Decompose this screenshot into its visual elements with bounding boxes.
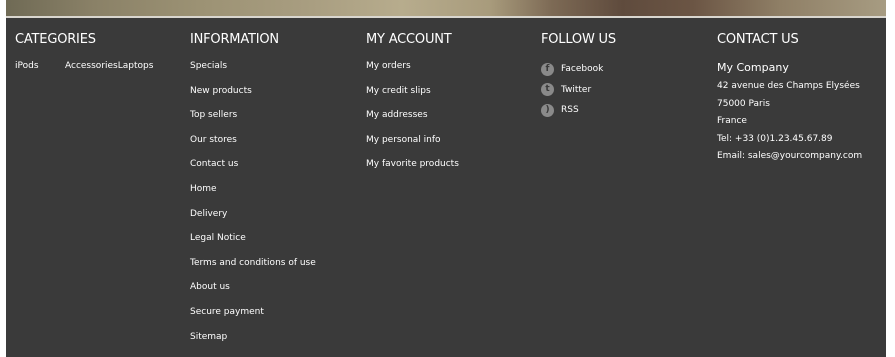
my-account-list: My orders My credit slips My addresses M…: [366, 61, 536, 184]
header-banner-image: [6, 0, 886, 18]
account-link-credit-slips[interactable]: My credit slips: [366, 86, 536, 111]
info-link-sitemap[interactable]: Sitemap: [190, 332, 360, 357]
info-link-our-stores[interactable]: Our stores: [190, 135, 360, 160]
follow-us-title: FOLLOW US: [541, 32, 616, 47]
contact-us-column: CONTACT US My Company 42 avenue des Cham…: [717, 32, 885, 166]
account-link-addresses[interactable]: My addresses: [366, 110, 536, 135]
info-link-new-products[interactable]: New products: [190, 86, 360, 111]
information-column: INFORMATION Specials New products Top se…: [190, 32, 360, 356]
company-name: My Company: [717, 61, 789, 74]
info-link-terms[interactable]: Terms and conditions of use: [190, 258, 360, 283]
category-link-ipods[interactable]: iPods: [15, 61, 65, 71]
info-link-secure-payment[interactable]: Secure payment: [190, 307, 360, 332]
my-account-column: MY ACCOUNT My orders My credit slips My …: [366, 32, 536, 184]
address-line-1: 42 avenue des Champs Elysées: [717, 81, 860, 91]
contact-us-title: CONTACT US: [717, 32, 799, 47]
info-link-legal-notice[interactable]: Legal Notice: [190, 233, 360, 258]
rss-label: RSS: [561, 105, 579, 116]
phone-number: Tel: +33 (0)1.23.45.67.89: [717, 133, 833, 144]
category-link-accessories[interactable]: Accessories: [65, 61, 118, 71]
info-link-delivery[interactable]: Delivery: [190, 209, 360, 234]
rss-link[interactable]: ) RSS: [541, 98, 711, 123]
information-title: INFORMATION: [190, 32, 279, 47]
facebook-label: Facebook: [561, 64, 604, 75]
info-link-home[interactable]: Home: [190, 184, 360, 209]
follow-us-column: FOLLOW US f Facebook t Twitter ) RSS: [541, 32, 711, 123]
footer: CATEGORIES iPods Accessories Laptops INF…: [6, 18, 886, 357]
email-address[interactable]: Email: sales@yourcompany.com: [717, 148, 885, 166]
account-link-personal-info[interactable]: My personal info: [366, 135, 536, 160]
category-link-laptops[interactable]: Laptops: [118, 61, 154, 71]
categories-title: CATEGORIES: [15, 32, 96, 47]
info-link-contact-us[interactable]: Contact us: [190, 159, 360, 184]
country: France: [717, 116, 747, 127]
social-links: f Facebook t Twitter ) RSS: [541, 57, 711, 123]
address-line-2: 75000 Paris: [717, 98, 770, 109]
my-account-title: MY ACCOUNT: [366, 32, 452, 47]
account-link-favorite-products[interactable]: My favorite products: [366, 159, 536, 184]
twitter-label: Twitter: [561, 84, 592, 95]
rss-icon: ): [541, 103, 554, 117]
info-link-about-us[interactable]: About us: [190, 282, 360, 307]
account-link-orders[interactable]: My orders: [366, 61, 536, 86]
info-link-specials[interactable]: Specials: [190, 61, 360, 86]
categories-column: CATEGORIES iPods Accessories Laptops: [15, 32, 185, 71]
information-list: Specials New products Top sellers Our st…: [190, 61, 360, 356]
page: CATEGORIES iPods Accessories Laptops INF…: [0, 0, 895, 357]
facebook-icon: f: [541, 62, 554, 76]
info-link-top-sellers[interactable]: Top sellers: [190, 110, 360, 135]
categories-list: iPods Accessories Laptops: [15, 61, 185, 71]
twitter-icon: t: [541, 83, 554, 97]
